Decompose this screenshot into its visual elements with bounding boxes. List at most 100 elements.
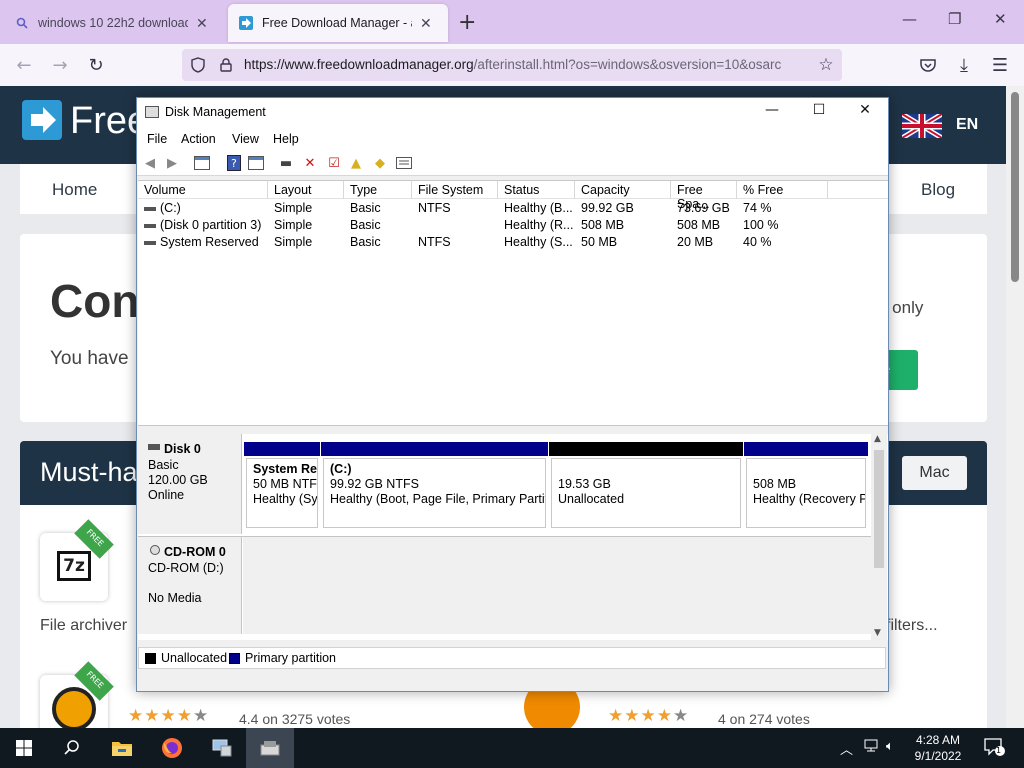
computer-management-icon[interactable] [198, 728, 246, 768]
folder-up-icon[interactable]: ▲ [347, 154, 365, 172]
help-icon[interactable]: ? [225, 154, 243, 172]
volume-free-space: 20 MB [677, 235, 714, 249]
restore-icon[interactable]: ❐ [948, 10, 961, 28]
drive-icon [144, 224, 156, 228]
details-icon[interactable] [395, 154, 413, 172]
disk-scroll-thumb[interactable] [874, 450, 884, 568]
connect-disk-icon[interactable]: ▬ [277, 154, 295, 172]
partition-recovery[interactable]: 508 MB Healthy (Recovery Pa [744, 442, 868, 530]
back-arrow-icon[interactable]: ← [12, 53, 36, 77]
nav-blog-link[interactable]: Blog [921, 180, 955, 200]
forward-icon[interactable]: ▶ [163, 154, 181, 172]
col-capacity[interactable]: Capacity [575, 181, 671, 199]
bookmark-star-icon[interactable]: ☆ [814, 53, 838, 77]
close-tab-icon[interactable]: ✕ [196, 15, 208, 32]
aimp-app-icon[interactable]: FREE [40, 661, 114, 728]
show-hidden-icons-chevron-icon[interactable]: ︿ [840, 739, 853, 758]
dm-toolbar: ◀ ▶ ? ▬ ✕ ☑ ▲ ◆ [137, 150, 888, 176]
mac-filter-button[interactable]: Mac [902, 456, 967, 490]
cdrom-label[interactable]: CD-ROM 0 CD-ROM (D:) No Media [138, 537, 242, 634]
dm-title-bar[interactable]: Disk Management — ☐ ✕ [137, 98, 888, 128]
menu-action[interactable]: Action [181, 132, 216, 146]
url-text[interactable]: https://www.freedownloadmanager.org/afte… [244, 57, 804, 72]
cdrom-name: CD-ROM 0 [164, 545, 226, 559]
disk-management-taskbar-icon[interactable] [246, 728, 294, 768]
col-file-system[interactable]: File System [412, 181, 498, 199]
delete-icon[interactable]: ✕ [301, 154, 319, 172]
volume-percent-free: 74 % [743, 201, 772, 215]
new-tab-button[interactable]: + [458, 10, 476, 35]
disk0-status: Online [148, 488, 185, 502]
col-layout[interactable]: Layout [268, 181, 344, 199]
address-bar[interactable]: https://www.freedownloadmanager.org/afte… [182, 49, 842, 81]
volume-list-header: Volume Layout Type File System Status Ca… [138, 181, 888, 211]
start-windows-icon[interactable] [0, 728, 48, 768]
volume-speaker-icon[interactable]: 🔈︎ [886, 739, 894, 754]
col-free-space[interactable]: Free Spa... [671, 181, 737, 211]
partition-status: Unallocated [558, 492, 625, 506]
volume-list[interactable]: Volume Layout Type File System Status Ca… [138, 180, 888, 426]
7zip-app-icon[interactable]: 7z FREE [40, 519, 114, 601]
search-icon [14, 15, 30, 31]
menu-hamburger-icon[interactable]: ☰ [988, 53, 1012, 77]
partition-c-drive[interactable]: (C:) 99.92 GB NTFS Healthy (Boot, Page F… [321, 442, 548, 530]
volume-row[interactable]: System Reserved Simple Basic NTFS Health… [138, 234, 888, 251]
notifications-icon[interactable] [984, 737, 1006, 761]
fdm-logo-icon[interactable] [22, 100, 62, 140]
disk-view-scrollbar[interactable]: ▲ ▼ [871, 434, 887, 640]
dm-title: Disk Management [165, 105, 266, 119]
close-window-icon[interactable]: ✕ [994, 10, 1007, 28]
disk-graphical-view: Disk 0 Basic 120.00 GB Online System Res… [138, 434, 888, 640]
taskbar-clock[interactable]: 4:28 AM 9/1/2022 [906, 732, 970, 764]
disk-management-window: Disk Management — ☐ ✕ File Action View H… [136, 97, 889, 692]
menu-file[interactable]: File [147, 132, 167, 146]
properties-icon[interactable] [247, 154, 265, 172]
col-volume[interactable]: Volume [138, 181, 268, 199]
firefox-icon[interactable] [148, 728, 196, 768]
search-folder-icon[interactable]: ◆ [371, 154, 389, 172]
search-icon[interactable] [48, 728, 96, 768]
uk-flag-icon[interactable] [900, 111, 944, 141]
close-tab-icon[interactable]: ✕ [420, 15, 432, 32]
col-status[interactable]: Status [498, 181, 575, 199]
volume-row[interactable]: (C:) Simple Basic NTFS Healthy (B... 99.… [138, 200, 888, 217]
console-tree-icon[interactable] [193, 154, 211, 172]
page-scrollbar[interactable] [1006, 86, 1024, 728]
pocket-icon[interactable] [916, 53, 940, 77]
menu-view[interactable]: View [232, 132, 259, 146]
dm-minimize-icon[interactable]: — [757, 102, 787, 124]
drive-icon [144, 207, 156, 211]
menu-help[interactable]: Help [273, 132, 299, 146]
dm-close-icon[interactable]: ✕ [850, 102, 880, 124]
shield-icon[interactable] [186, 53, 210, 77]
network-icon[interactable] [864, 739, 880, 757]
tab-free-download-manager[interactable]: Free Download Manager - abso ✕ [228, 4, 448, 42]
scroll-up-icon[interactable]: ▲ [874, 434, 881, 444]
lock-icon[interactable] [214, 53, 238, 77]
language-selector[interactable]: EN [956, 116, 978, 134]
page-scroll-thumb[interactable] [1011, 92, 1019, 282]
col-percent-free[interactable]: % Free [737, 181, 828, 199]
disk0-label[interactable]: Disk 0 Basic 120.00 GB Online [138, 434, 242, 534]
nav-home-link[interactable]: Home [52, 180, 97, 200]
scroll-down-icon[interactable]: ▼ [874, 628, 881, 638]
minimize-icon[interactable]: — [902, 10, 917, 28]
reload-icon[interactable]: ↻ [84, 53, 108, 77]
partition-unallocated[interactable]: 19.53 GB Unallocated [549, 442, 743, 530]
back-icon[interactable]: ◀ [141, 154, 159, 172]
tab-title: windows 10 22h2 download - Se [38, 16, 188, 30]
cdrom-empty-area[interactable] [243, 537, 872, 634]
volume-free-space: 73.69 GB [677, 201, 730, 215]
col-type[interactable]: Type [344, 181, 412, 199]
forward-arrow-icon[interactable]: → [48, 53, 72, 77]
partition-system-reserved[interactable]: System Res 50 MB NTFS Healthy (Sy [244, 442, 320, 530]
check-icon[interactable]: ☑ [325, 154, 343, 172]
tab-title: Free Download Manager - abso [262, 16, 412, 30]
dm-maximize-icon[interactable]: ☐ [804, 102, 834, 124]
volume-name: (Disk 0 partition 3) [160, 218, 262, 232]
file-explorer-icon[interactable] [98, 728, 146, 768]
volume-row[interactable]: (Disk 0 partition 3) Simple Basic Health… [138, 217, 888, 234]
partition-title: (C:) [330, 462, 352, 476]
tab-windows-download[interactable]: windows 10 22h2 download - Se ✕ [4, 4, 224, 42]
downloads-icon[interactable]: ⤓ [952, 53, 976, 77]
